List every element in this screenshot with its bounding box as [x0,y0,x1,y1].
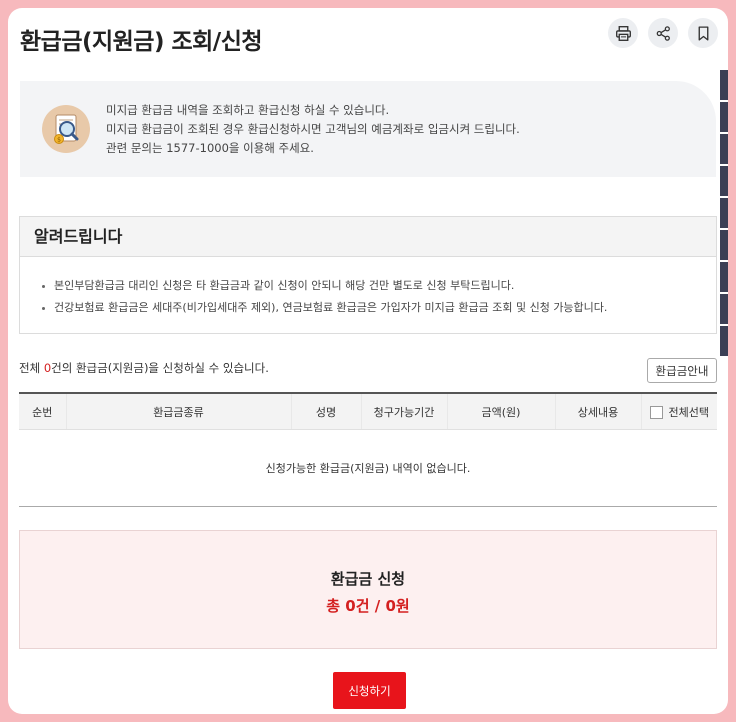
select-all-header: 전체선택 [640,393,717,430]
notice-item: 건강보험료 환급금은 세대주(비가입세대주 제외), 연금보험료 환급금은 가입… [42,297,716,319]
side-tab[interactable] [720,262,728,292]
svg-text:$: $ [57,137,61,144]
page-title: 환급금(지원금) 조회/신청 [20,29,263,55]
notice-item: 본인부담환급금 대리인 신청은 타 환급금과 같이 신청이 안되니 해당 건만 … [42,275,716,297]
info-line: 관련 문의는 1577-1000을 이용해 주세요. [106,141,314,155]
bookmark-button[interactable] [688,18,718,48]
col-header: 청구가능기간 [360,393,447,430]
side-tab[interactable] [720,102,728,132]
table-header-row: 순번 환급금종류 성명 청구가능기간 금액(원) 상세내용 전체선택 [19,393,717,430]
summary-suffix: 건의 환급금(지원금)을 신청하실 수 있습니다. [51,361,269,375]
bookmark-icon [698,25,708,41]
notice-box: 알려드립니다 본인부담환급금 대리인 신청은 타 환급금과 같이 신청이 안되니… [19,216,717,334]
apply-total: 총 0건 / 0원 [326,597,410,615]
notice-title: 알려드립니다 [20,217,716,257]
side-tab[interactable] [720,166,728,196]
refund-table: 순번 환급금종류 성명 청구가능기간 금액(원) 상세내용 전체선택 신청가능한… [19,392,717,507]
apply-title: 환급금 신청 [330,570,406,588]
side-tab[interactable] [720,326,728,356]
side-tab[interactable] [720,198,728,228]
col-header: 상세내용 [554,393,641,430]
side-tab[interactable] [720,70,728,100]
side-quick-menu[interactable] [720,70,728,358]
col-header: 금액(원) [446,393,555,430]
select-all-checkbox[interactable] [649,406,663,419]
side-tab[interactable] [720,230,728,260]
print-icon [615,25,631,41]
submit-button[interactable]: 신청하기 [333,672,406,709]
info-box: $ 미지급 환급금 내역을 조회하고 환급신청 하실 수 있습니다. 미지급 환… [20,81,716,177]
apply-summary-box: 환급금 신청 총 0건 / 0원 [19,530,717,649]
page-frame: 환급금(지원금) 조회/신청 $ 미지급 환급금 내역을 조회하고 환급신청 하… [8,8,728,714]
notice-list: 본인부담환급금 대리인 신청은 타 환급금과 같이 신청이 안되니 해당 건만 … [20,257,716,319]
share-button[interactable] [648,18,678,48]
info-line: 미지급 환급금이 조회된 경우 환급신청하시면 고객님의 예금계좌로 입금시켜 … [106,122,520,136]
table-row: 신청가능한 환급금(지원금) 내역이 없습니다. [19,429,717,507]
empty-message: 신청가능한 환급금(지원금) 내역이 없습니다. [19,429,717,507]
result-summary: 전체 0건의 환급금(지원금)을 신청하실 수 있습니다. [19,360,269,376]
print-button[interactable] [608,18,638,48]
magnifier-coin-icon: $ [42,105,90,153]
col-header: 성명 [290,393,361,430]
refund-guide-button[interactable]: 환급금안내 [647,358,717,383]
col-header: 순번 [19,393,66,430]
select-all-label: 전체선택 [668,405,709,419]
side-tab[interactable] [720,294,728,324]
info-text: 미지급 환급금 내역을 조회하고 환급신청 하실 수 있습니다. 미지급 환급금… [106,101,520,158]
col-header: 환급금종류 [65,393,291,430]
summary-prefix: 전체 [19,361,44,375]
side-tab[interactable] [720,134,728,164]
info-line: 미지급 환급금 내역을 조회하고 환급신청 하실 수 있습니다. [106,103,390,117]
share-icon [656,25,670,41]
